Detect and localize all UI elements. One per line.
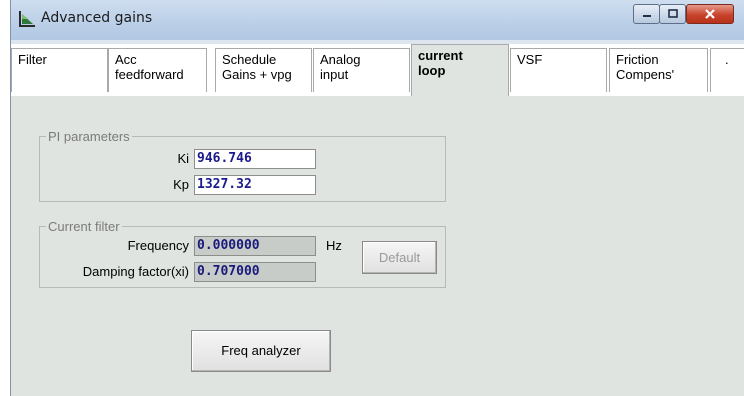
close-button[interactable]	[686, 4, 734, 24]
title-bar[interactable]: Advanced gains	[11, 0, 744, 40]
ki-label: Ki	[177, 151, 189, 166]
current-loop-panel: PI parameters Ki 946.746 Kp 1327.32 Curr…	[11, 96, 744, 396]
frequency-value: 0.000000	[194, 236, 316, 256]
current-filter-title: Current filter	[46, 219, 122, 234]
tab-friction-compens[interactable]: Friction Compens'	[609, 48, 708, 92]
ki-input[interactable]: 946.746	[194, 149, 316, 169]
pi-parameters-title: PI parameters	[46, 129, 132, 144]
pi-parameters-group: PI parameters Ki 946.746 Kp 1327.32	[39, 129, 446, 202]
maximize-button[interactable]	[659, 4, 686, 24]
minimize-button[interactable]	[633, 4, 660, 24]
current-filter-group: Current filter Frequency 0.000000 Hz Dam…	[39, 219, 446, 288]
window-title: Advanced gains	[41, 10, 153, 26]
minimize-icon	[642, 15, 651, 17]
tab-analog-input[interactable]: Analog input	[313, 48, 410, 92]
tab-acc-feedforward[interactable]: Acc feedforward	[108, 48, 207, 92]
advanced-gains-window: Advanced gains Filter Acc feedforward Sc…	[10, 0, 744, 396]
kp-input[interactable]: 1327.32	[194, 175, 316, 195]
tab-filter[interactable]: Filter	[11, 48, 108, 92]
tab-current-loop[interactable]: current loop	[411, 44, 509, 96]
damping-factor-label: Damping factor(xi)	[82, 264, 189, 279]
tab-more[interactable]: .	[710, 48, 744, 92]
app-icon	[19, 11, 35, 27]
frequency-unit: Hz	[326, 238, 342, 253]
maximize-icon	[667, 9, 678, 18]
tab-schedule-gains[interactable]: Schedule Gains + vpg	[215, 48, 312, 92]
tab-vsf[interactable]: VSF	[510, 48, 607, 92]
frequency-label: Frequency	[127, 238, 189, 253]
damping-factor-value: 0.707000	[194, 262, 316, 282]
tab-strip: Filter Acc feedforward Schedule Gains + …	[11, 44, 744, 97]
close-icon	[705, 9, 715, 19]
kp-label: Kp	[173, 177, 189, 192]
default-button[interactable]: Default	[362, 241, 437, 274]
freq-analyzer-button[interactable]: Freq analyzer	[191, 330, 331, 372]
